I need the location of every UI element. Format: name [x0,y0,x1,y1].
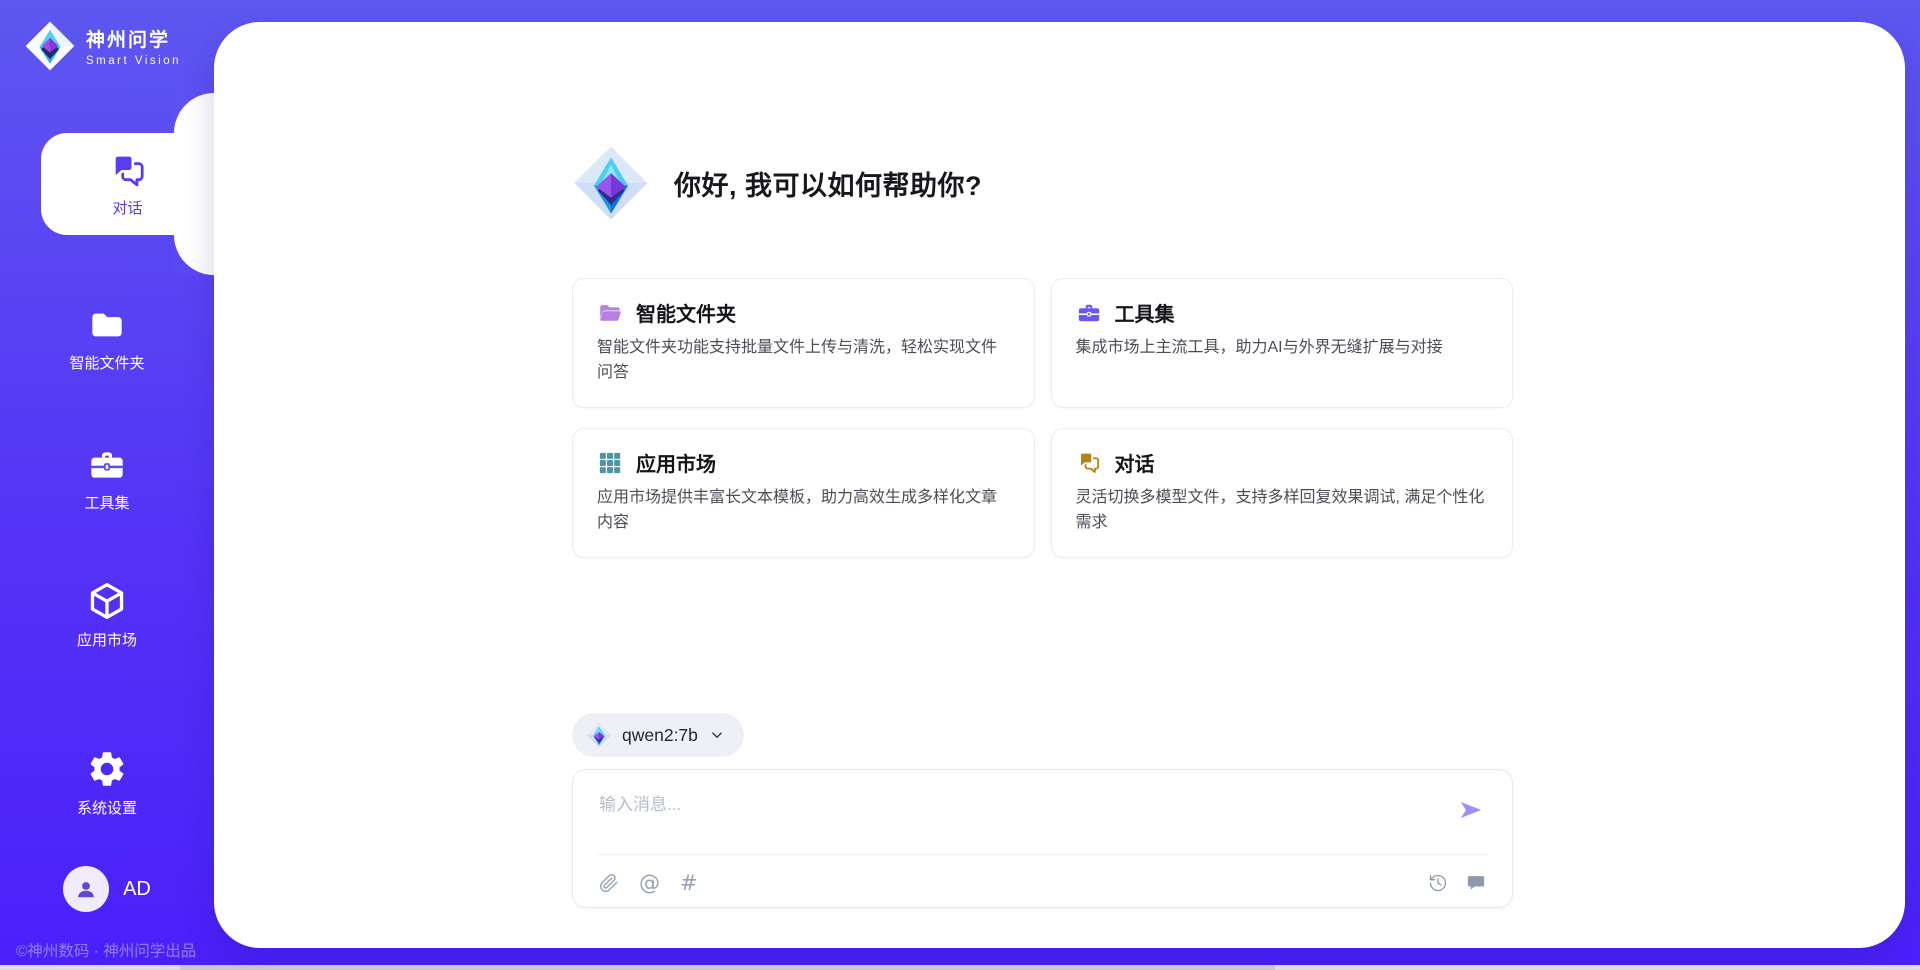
brand-diamond-icon [24,20,76,72]
message-input[interactable] [599,790,1399,846]
model-name: qwen2:7b [622,725,698,746]
card-toolset[interactable]: 工具集 集成市场上主流工具，助力AI与外界无缝扩展与对接 [1051,278,1514,408]
folder-icon [87,305,127,345]
active-tab-curve-top [174,93,214,133]
sidebar-item-label: 对话 [112,197,142,218]
input-divider [597,854,1488,855]
briefcase-icon [87,445,127,485]
scrollbar-thumb[interactable] [180,965,1275,970]
composer: qwen2:7b @ # [572,713,1513,948]
sidebar: 神州问学 Smart Vision 对话 智能文件夹 工具集 应用市场 系统设置… [0,0,214,970]
hashtag-icon[interactable]: # [680,873,698,894]
sidebar-item-app-market[interactable]: 应用市场 [0,580,214,650]
brand-logo: 神州问学 Smart Vision [24,20,181,72]
chat-bubble-icon[interactable] [1466,873,1486,893]
sidebar-item-label: 系统设置 [77,797,137,818]
apps-grid-icon [597,450,623,476]
model-selector[interactable]: qwen2:7b [572,713,744,757]
avatar [63,866,109,912]
history-icon[interactable] [1428,873,1448,893]
card-chat[interactable]: 对话 灵活切换多模型文件，支持多样回复效果调试, 满足个性化需求 [1051,428,1514,558]
cube-icon [86,580,128,622]
chat-icon [1076,450,1102,476]
chat-icon [108,151,148,191]
main-panel: 你好, 我可以如何帮助你? 智能文件夹 智能文件夹功能支持批量文件上传与清洗，轻… [214,22,1905,948]
card-description: 智能文件夹功能支持批量文件上传与清洗，轻松实现文件问答 [597,336,1010,386]
gear-icon [86,748,128,790]
sidebar-item-label: 工具集 [84,492,129,513]
paperclip-icon[interactable] [599,873,619,893]
user-account[interactable]: AD [0,866,214,912]
briefcase-icon [1076,300,1102,326]
card-title: 应用市场 [636,448,716,477]
assistant-logo-icon [572,144,650,222]
active-tab-curve-bottom [174,235,214,275]
user-initials: AD [123,878,151,901]
brand-subtitle: Smart Vision [86,55,181,67]
card-app-market[interactable]: 应用市场 应用市场提供丰富长文本模板，助力高效生成多样化文章内容 [572,428,1035,558]
sidebar-item-label: 应用市场 [77,629,137,650]
mention-icon[interactable]: @ [639,873,660,894]
card-smart-folder[interactable]: 智能文件夹 智能文件夹功能支持批量文件上传与清洗，轻松实现文件问答 [572,278,1035,408]
copyright-footer: ©神州数码 · 神州问学出品 [16,939,196,961]
sidebar-item-settings[interactable]: 系统设置 [0,748,214,818]
greeting-block: 你好, 我可以如何帮助你? [572,144,1513,222]
message-input-box: @ # [572,769,1513,908]
sidebar-item-toolset[interactable]: 工具集 [0,445,214,513]
greeting-title: 你好, 我可以如何帮助你? [674,164,982,203]
person-icon [73,876,99,902]
horizontal-scrollbar[interactable] [0,965,1920,970]
card-description: 集成市场上主流工具，助力AI与外界无缝扩展与对接 [1076,336,1489,361]
feature-cards: 智能文件夹 智能文件夹功能支持批量文件上传与清洗，轻松实现文件问答 工具集 集成… [572,278,1513,558]
folder-open-icon [597,300,623,326]
sidebar-item-smart-folder[interactable]: 智能文件夹 [0,305,214,373]
send-icon [1458,797,1484,823]
card-title: 工具集 [1115,298,1175,327]
sidebar-item-chat[interactable]: 对话 [41,133,214,235]
send-button[interactable] [1456,796,1486,826]
model-logo-icon [586,722,612,748]
chevron-down-icon [708,726,726,744]
card-description: 应用市场提供丰富长文本模板，助力高效生成多样化文章内容 [597,486,1010,536]
card-title: 智能文件夹 [636,298,736,327]
sidebar-item-label: 智能文件夹 [69,352,144,373]
brand-name: 神州问学 [86,25,181,52]
card-title: 对话 [1115,448,1155,477]
card-description: 灵活切换多模型文件，支持多样回复效果调试, 满足个性化需求 [1076,486,1489,536]
